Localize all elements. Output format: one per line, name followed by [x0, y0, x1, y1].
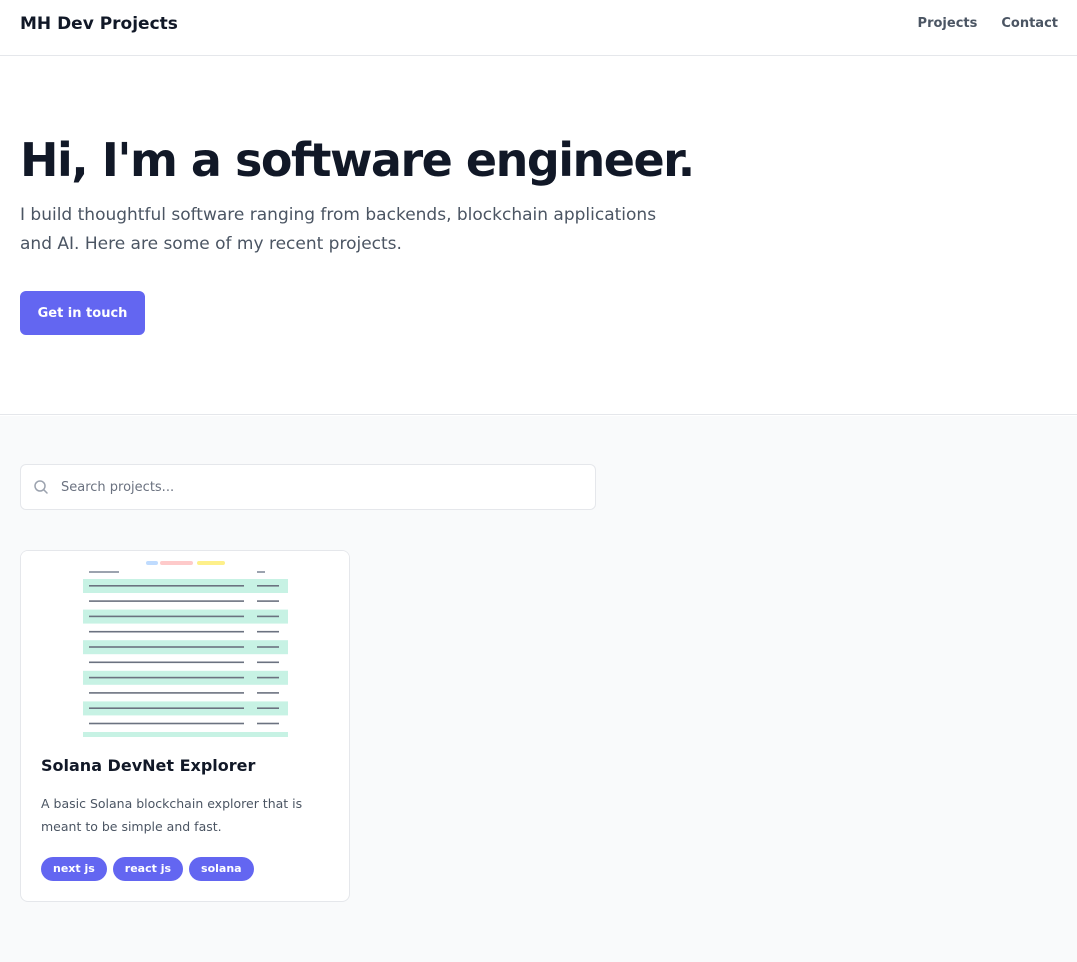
- project-tags: next js react js solana: [41, 857, 254, 881]
- project-title: Solana DevNet Explorer: [41, 756, 256, 775]
- search-input[interactable]: [59, 465, 589, 509]
- thumb-row-time: [257, 661, 279, 664]
- thumb-row-text: [89, 615, 244, 618]
- thumb-row-time: [257, 692, 279, 694]
- nav-link-contact[interactable]: Contact: [1001, 16, 1058, 31]
- search-box: [20, 464, 596, 510]
- thumb-row-text: [89, 630, 244, 633]
- hero-subtitle: I build thoughtful software ranging from…: [20, 205, 657, 254]
- projects-section: Solana DevNet Explorer A basic Solana bl…: [0, 416, 1077, 962]
- tag-solana[interactable]: solana: [189, 857, 254, 881]
- search-icon: [34, 480, 48, 494]
- thumb-row-text: [89, 646, 244, 648]
- top-nav: MH Dev Projects Projects Contact: [0, 0, 1077, 56]
- thumb-row-text: [89, 585, 244, 587]
- explorer-screenshot-image: [21, 551, 349, 737]
- project-description: A basic Solana blockchain explorer that …: [41, 796, 303, 834]
- thumb-row-time: [257, 646, 279, 648]
- thumb-row-time: [257, 585, 279, 587]
- thumb-row-text: [89, 722, 244, 725]
- thumb-row-time: [257, 676, 279, 679]
- nav-link-projects[interactable]: Projects: [918, 16, 978, 31]
- thumb-row-highlight: [83, 732, 288, 737]
- thumb-row-text: [89, 661, 244, 664]
- thumb-row-text: [89, 676, 244, 679]
- thumb-row-text: [89, 600, 244, 602]
- get-in-touch-button[interactable]: Get in touch: [20, 291, 145, 335]
- hero-section: Hi, I'm a software engineer. I build tho…: [0, 56, 1077, 415]
- thumb-row-text: [89, 692, 244, 694]
- thumb-row-time: [257, 630, 279, 633]
- tag-next-js[interactable]: next js: [41, 857, 107, 881]
- thumb-row-text: [89, 707, 244, 709]
- nav-links: Projects Contact: [918, 16, 1058, 31]
- thumb-row-time: [257, 707, 279, 709]
- thumb-row-time: [257, 615, 279, 618]
- thumb-row-time: [257, 600, 279, 602]
- thumb-row-time: [257, 722, 279, 725]
- hero-title: Hi, I'm a software engineer.: [20, 133, 695, 187]
- tag-react-js[interactable]: react js: [112, 857, 184, 881]
- brand-logo[interactable]: MH Dev Projects: [20, 14, 178, 34]
- project-card[interactable]: Solana DevNet Explorer A basic Solana bl…: [20, 550, 350, 902]
- project-screenshot: [21, 551, 349, 737]
